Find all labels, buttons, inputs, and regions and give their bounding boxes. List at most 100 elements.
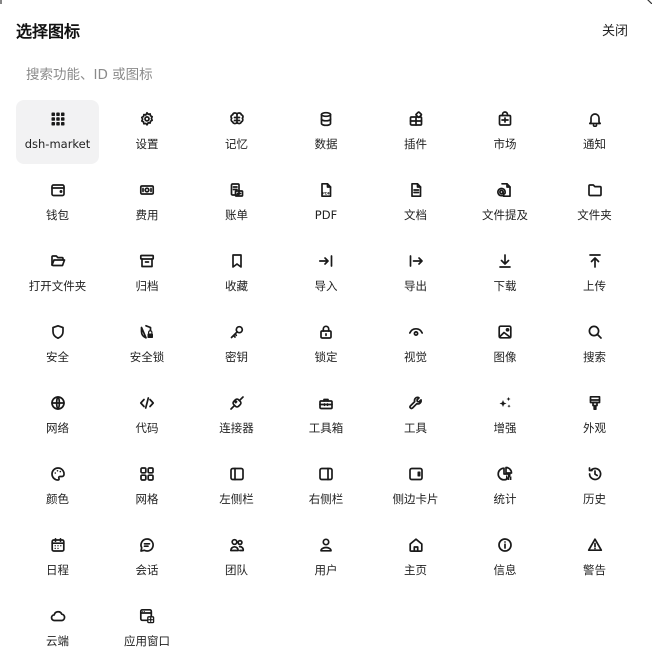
icon-option-history[interactable]: 历史 [553,455,636,519]
icon-option-label: 文件提及 [482,208,528,222]
icon-option-wallet[interactable]: 钱包 [16,171,99,235]
shield-lock-icon [139,324,155,340]
folder-open-icon [50,253,66,269]
icon-option-warning[interactable]: 警告 [553,526,636,590]
icon-option-label: 账单 [225,208,248,222]
icon-option-lock[interactable]: 锁定 [285,313,368,377]
icon-option-paintbrush[interactable]: 外观 [553,384,636,448]
icon-option-label: 记忆 [225,137,248,151]
icon-option-label: 市场 [493,137,517,151]
icon-option-wrench[interactable]: 工具 [374,384,457,448]
icon-option-archive[interactable]: 归档 [106,242,189,306]
icon-option-key[interactable]: 密钥 [195,313,278,377]
icon-option-panel-left[interactable]: 左侧栏 [195,455,278,519]
icon-option-receipt[interactable]: 账单 [195,171,278,235]
icon-option-folder[interactable]: 文件夹 [553,171,636,235]
sparkles-icon [497,395,513,411]
icon-option-label: 代码 [135,421,159,435]
key-icon [229,324,245,340]
icon-option-folder-open[interactable]: 打开文件夹 [16,242,99,306]
icon-option-label: 安全锁 [129,350,165,364]
icon-option-download[interactable]: 下载 [464,242,547,306]
icon-option-user[interactable]: 用户 [285,526,368,590]
bell-icon [587,111,603,127]
icon-option-label: 费用 [135,208,159,222]
banknote-icon [139,182,155,198]
icon-option-users[interactable]: 团队 [195,526,278,590]
icon-option-banknote[interactable]: 费用 [106,171,189,235]
icon-option-label: 文件夹 [577,208,612,222]
icon-option-label: 统计 [493,492,517,506]
icon-option-chat[interactable]: 会话 [106,526,189,590]
close-button[interactable]: 关闭 [602,20,628,44]
corner-mark-icon [0,0,2,4]
icon-option-label: 团队 [225,563,248,577]
icon-option-calendar[interactable]: 日程 [16,526,99,590]
icon-option-label: 安全 [46,350,69,364]
icon-option-side-card[interactable]: 侧边卡片 [374,455,457,519]
icon-option-grid[interactable]: 网格 [106,455,189,519]
icon-option-home[interactable]: 主页 [374,526,457,590]
upload-icon [587,253,603,269]
icon-option-label: 颜色 [46,492,69,506]
icon-option-panel-right[interactable]: 右侧栏 [285,455,368,519]
export-icon [408,253,424,269]
icon-option-toolbox[interactable]: 工具箱 [285,384,368,448]
history-icon [587,466,603,482]
dialog-title: 选择图标 [16,22,81,41]
icon-option-app-window[interactable]: 应用窗口 [106,597,189,661]
icon-option-search[interactable]: 搜索 [553,313,636,377]
search-input[interactable] [26,63,586,87]
icon-option-label: 右侧栏 [308,492,344,506]
icon-option-gear[interactable]: 设置 [106,100,189,164]
icon-option-chart-pie[interactable]: 统计 [464,455,547,519]
icon-option-export[interactable]: 导出 [374,242,457,306]
icon-option-palette[interactable]: 颜色 [16,455,99,519]
users-icon [229,537,245,553]
icon-option-sparkles[interactable]: 增强 [464,384,547,448]
icon-option-database[interactable]: 数据 [285,100,368,164]
icon-option-plugin[interactable]: 插件 [374,100,457,164]
icon-option-plug[interactable]: 连接器 [195,384,278,448]
icon-option-label: 连接器 [219,421,254,435]
icon-option-label: 数据 [314,137,338,151]
icon-option-label: 设置 [135,137,159,151]
icon-option-cloud[interactable]: 云端 [16,597,99,661]
icon-option-label: 搜索 [583,350,606,364]
icon-option-image[interactable]: 图像 [464,313,547,377]
gear-icon [139,111,155,127]
icon-option-grid-dots[interactable]: dsh-market [16,100,99,164]
icon-option-info[interactable]: 信息 [464,526,547,590]
icon-option-code[interactable]: 代码 [106,384,189,448]
corner-mark-icon [647,0,652,4]
grid-dots-icon [50,111,66,127]
icon-option-label: 下载 [493,279,517,293]
icon-option-import[interactable]: 导入 [285,242,368,306]
icon-option-label: 导入 [314,279,338,293]
brain-icon [229,111,245,127]
icon-option-shield[interactable]: 安全 [16,313,99,377]
icon-option-eye[interactable]: 视觉 [374,313,457,377]
icon-option-label: 左侧栏 [219,492,254,506]
info-icon [497,537,513,553]
cloud-icon [50,608,66,624]
receipt-icon [229,182,245,198]
icon-option-bell[interactable]: 通知 [553,100,636,164]
icon-option-label: 插件 [404,137,427,151]
icon-option-globe[interactable]: 网络 [16,384,99,448]
plug-icon [229,395,245,411]
user-icon [318,537,334,553]
search-field[interactable] [26,63,586,87]
icon-option-pdf-file[interactable]: PDF PDF [285,171,368,235]
icon-option-brain[interactable]: 记忆 [195,100,278,164]
icon-option-label: 图像 [493,350,517,364]
icon-option-file-text[interactable]: 文档 [374,171,457,235]
icon-option-bookmark[interactable]: 收藏 [195,242,278,306]
icon-option-shield-lock[interactable]: 安全锁 [106,313,189,377]
icon-option-label: 信息 [493,563,517,577]
icon-option-upload[interactable]: 上传 [553,242,636,306]
icon-option-store[interactable]: 市场 [464,100,547,164]
icon-option-label: 视觉 [404,350,427,364]
icon-option-label: 工具箱 [308,421,344,435]
icon-option-file-mention[interactable]: 文件提及 [464,171,547,235]
